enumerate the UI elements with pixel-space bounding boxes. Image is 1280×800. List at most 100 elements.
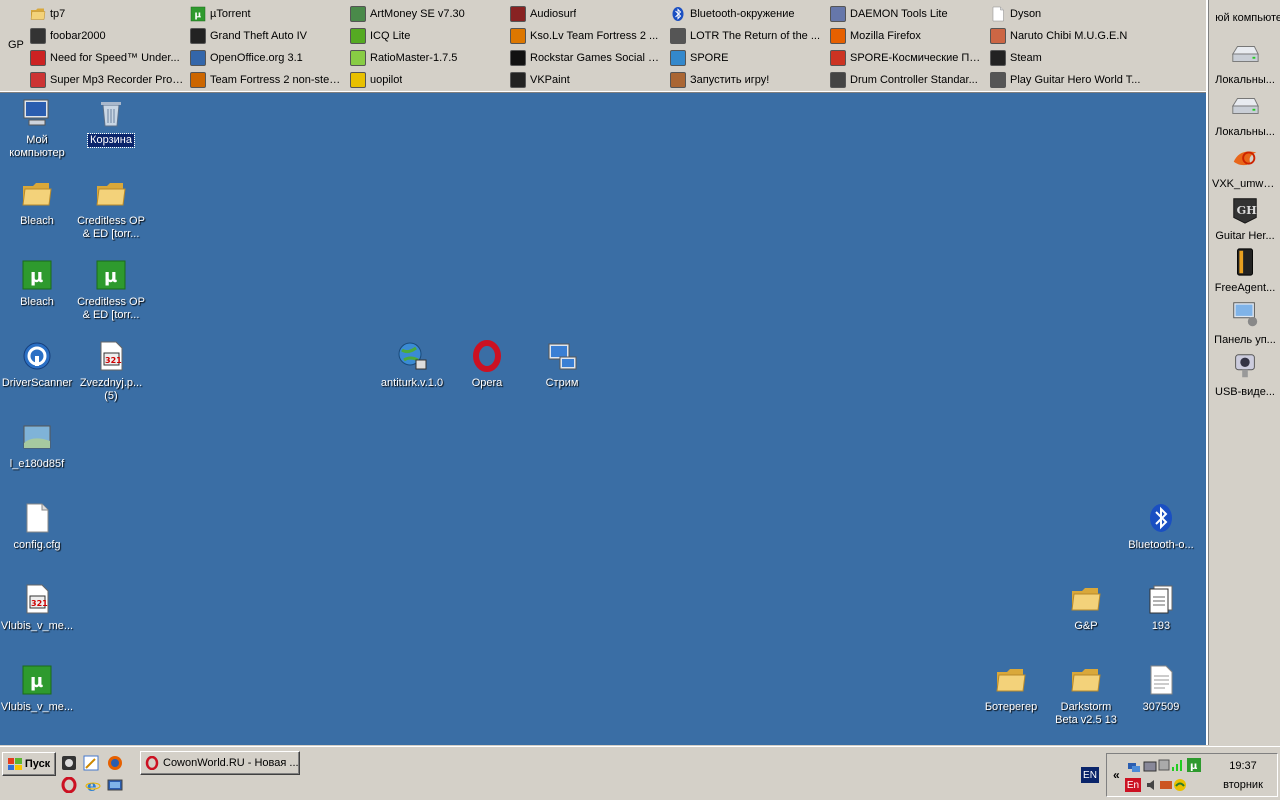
desktop-icon[interactable]: Darkstorm Beta v2.5 13 (1048, 664, 1124, 727)
toolbar-shortcut[interactable]: USB-виде... (1210, 348, 1280, 400)
launch-item[interactable]: Super Mp3 Recorder Prof... (28, 69, 188, 91)
image-file-icon (21, 421, 53, 453)
launch-item[interactable]: uopilot (348, 69, 508, 91)
toolbar-shortcut-label: FreeAgent... (1214, 282, 1276, 294)
desktop-icon-label: 193 (1151, 620, 1171, 632)
desktop-icon[interactable]: µ Creditless OP & ED [torr... (73, 259, 149, 322)
desktop-icon[interactable]: G&P (1048, 583, 1124, 633)
launch-item[interactable]: DAEMON Tools Lite (828, 3, 988, 25)
tray-language-indicator[interactable]: En (1125, 778, 1141, 792)
launch-item[interactable]: Need for Speed™ Under... (28, 47, 188, 69)
speaker-icon[interactable] (1145, 778, 1159, 792)
launch-item-label: Запустить игру! (690, 74, 770, 86)
desktop-icon[interactable]: Bluetooth-o... (1123, 502, 1199, 552)
launch-item[interactable]: RatioMaster-1.7.5 (348, 47, 508, 69)
launch-item-label: Dyson (1010, 8, 1042, 20)
launch-item[interactable]: foobar2000 (28, 25, 188, 47)
launch-item[interactable]: Audiosurf (508, 3, 668, 25)
toolbar-shortcut[interactable]: Локальны... (1210, 88, 1280, 140)
desktop-icon[interactable]: Корзина (73, 97, 149, 148)
desktop-icon-label: antiturk.v.1.0 (380, 377, 444, 389)
launch-item[interactable]: VKPaint (508, 69, 668, 91)
foobar-icon (30, 28, 46, 44)
launch-item-label: uopilot (370, 74, 403, 86)
document-stack-icon (1145, 583, 1177, 615)
toolbar-shortcut[interactable]: GH Guitar Her... (1210, 192, 1280, 244)
signal-bars-icon[interactable] (1171, 758, 1185, 772)
desktop-icon[interactable]: 307509 (1123, 664, 1199, 714)
toolbar-shortcut[interactable]: VXK_umwx... (1210, 140, 1280, 192)
drum-icon (830, 72, 846, 88)
launch-item[interactable]: Steam (988, 47, 1148, 69)
guitarhero-icon (990, 72, 1006, 88)
utorrent-icon[interactable]: µ (1187, 758, 1201, 772)
monitor-icon[interactable] (1143, 760, 1157, 774)
desktop-icon[interactable]: Bleach (0, 178, 75, 228)
launch-item[interactable]: SPORE-Космические Пр... (828, 47, 988, 69)
halflife-icon (510, 28, 526, 44)
launch-item[interactable]: ArtMoney SE v7.30 (348, 3, 508, 25)
pencil-icon[interactable] (82, 754, 100, 772)
toolbar-shortcut-label: Локальны... (1215, 126, 1275, 138)
desktop-icon[interactable]: 321 Zvezdnyj.p... (5) (73, 340, 149, 403)
desktop-icon[interactable]: Creditless OP & ED [torr... (73, 178, 149, 241)
toolbar-shortcut[interactable]: Панель уп... (1210, 296, 1280, 348)
launch-item[interactable]: OpenOffice.org 3.1 (188, 47, 348, 69)
launch-item[interactable]: Запустить игру! (668, 69, 828, 91)
foobar-icon[interactable] (60, 754, 78, 772)
show-desktop-icon[interactable] (106, 776, 124, 794)
launch-item[interactable]: Bluetooth-окружение (668, 3, 828, 25)
launch-item[interactable]: µ µTorrent (188, 3, 348, 25)
firefox-icon[interactable] (106, 754, 124, 772)
ratiomaster-icon (350, 50, 366, 66)
start-button[interactable]: Пуск (2, 752, 56, 776)
opera-icon[interactable] (60, 776, 78, 794)
desktop-icon[interactable]: µ Bleach (0, 259, 75, 309)
desktop-icon[interactable]: l_e180d85f (0, 421, 75, 471)
desktop-icon[interactable]: 193 (1123, 583, 1199, 633)
launch-item[interactable]: LOTR The Return of the ... (668, 25, 828, 47)
launch-item[interactable]: Mozilla Firefox (828, 25, 988, 47)
clock-time[interactable]: 19:37 (1221, 760, 1265, 772)
launch-item[interactable]: ICQ Lite (348, 25, 508, 47)
launch-item[interactable]: Rockstar Games Social Club (508, 47, 668, 69)
desktop-icon-label: Bleach (20, 215, 54, 227)
launch-item[interactable]: SPORE (668, 47, 828, 69)
desktop-icon-label: DriverScanner (1, 377, 73, 389)
language-indicator[interactable]: EN (1081, 767, 1099, 783)
launch-item[interactable]: Naruto Chibi M.U.G.E.N (988, 25, 1148, 47)
desktop-icon[interactable]: DriverScanner (0, 340, 75, 390)
desktop-icon[interactable]: antiturk.v.1.0 (374, 340, 450, 390)
toolbar-label: GP (8, 39, 24, 51)
launch-item[interactable]: Grand Theft Auto IV (188, 25, 348, 47)
svg-text:µ: µ (30, 266, 43, 287)
firewall-icon[interactable] (1159, 778, 1173, 792)
launch-item[interactable]: Kso.Lv Team Fortress 2 ... (508, 25, 668, 47)
desktop-icon[interactable]: Opera (449, 340, 525, 390)
desktop-icon[interactable]: 321 Vlubis_v_me... (0, 583, 75, 633)
launch-item-label: ICQ Lite (370, 30, 411, 42)
internet-explorer-icon[interactable]: e (84, 776, 102, 794)
desktop-icon-label: Zvezdnyj.p... (5) (79, 377, 143, 402)
desktop-icon[interactable]: Мой компьютер (0, 97, 75, 160)
desktop-icon-label: Opera (471, 377, 503, 389)
launch-item[interactable]: Drum Controller Standar... (828, 69, 988, 91)
bluetooth-icon (1145, 502, 1177, 534)
launch-item[interactable]: Team Fortress 2 non-steam (188, 69, 348, 91)
toolbar-shortcut[interactable]: Локальны... (1210, 36, 1280, 88)
desktop-icon[interactable]: config.cfg (0, 502, 75, 552)
toolbar-shortcut[interactable]: FreeAgent... (1210, 244, 1280, 296)
desktop-icon[interactable]: Ботерегер (973, 664, 1049, 714)
launch-item[interactable]: Dyson (988, 3, 1148, 25)
desktop-icon-label: Creditless OP & ED [torr... (77, 296, 145, 321)
launch-item[interactable]: Play Guitar Hero World T... (988, 69, 1148, 91)
network-icon[interactable] (1127, 760, 1141, 774)
wifi-icon[interactable] (1173, 778, 1187, 792)
usb-device-icon[interactable] (1157, 758, 1171, 772)
launch-item[interactable]: tp7 (28, 3, 188, 25)
tray-expand-icon[interactable]: « (1113, 768, 1120, 782)
desktop-icon[interactable]: µ Vlubis_v_me... (0, 664, 75, 714)
desktop-icon[interactable]: Стрим (524, 340, 600, 390)
launch-item-label: Audiosurf (530, 8, 577, 20)
task-button-cowonworld[interactable]: CowonWorld.RU - Новая ... (140, 751, 300, 775)
